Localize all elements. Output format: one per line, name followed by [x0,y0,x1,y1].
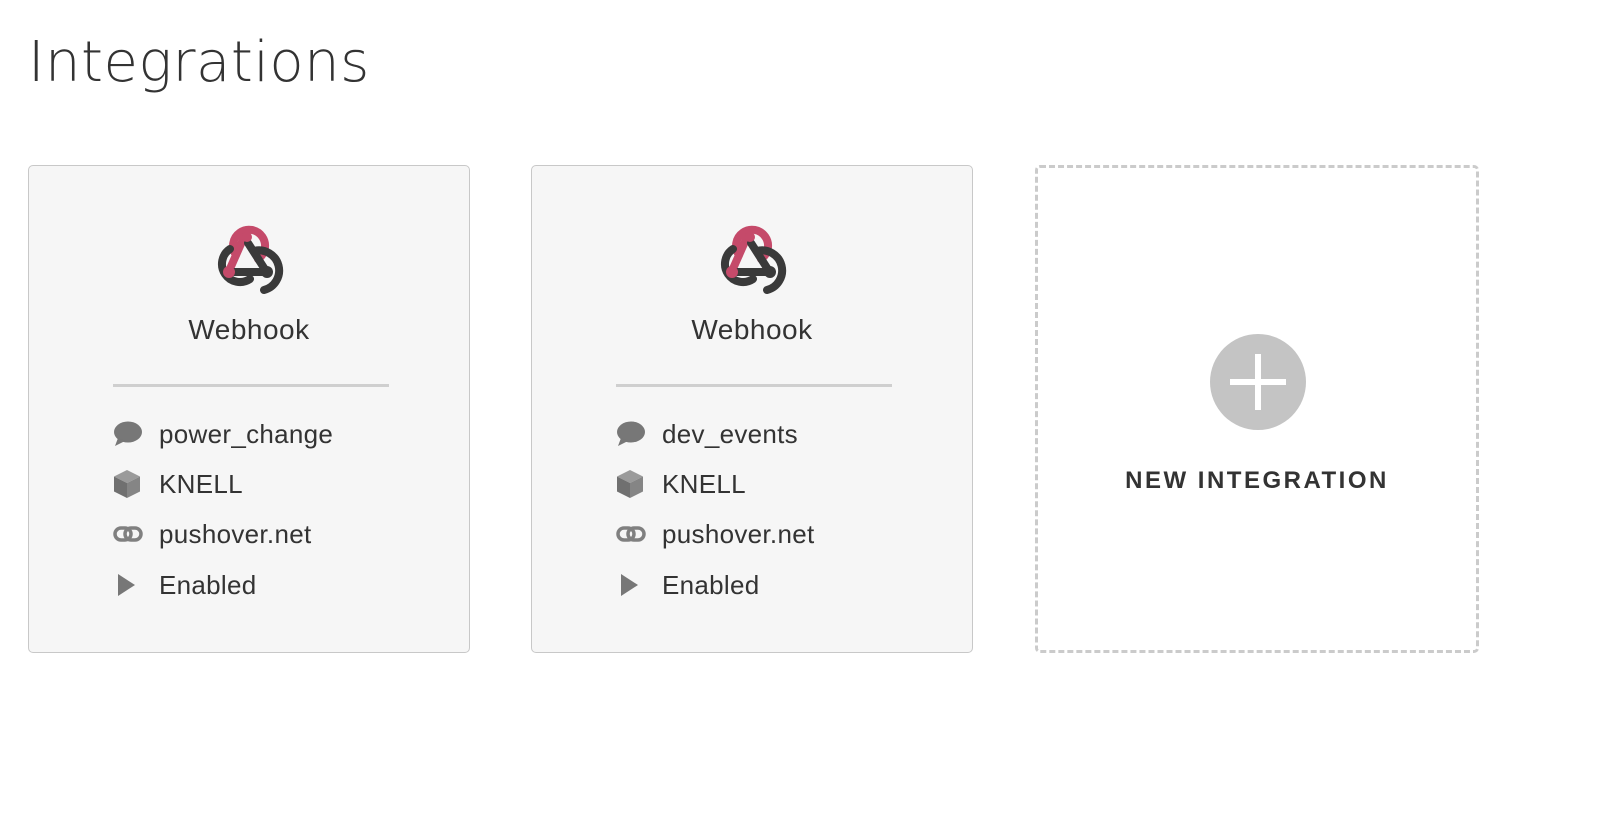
status-text: Enabled [159,569,257,600]
url-text: pushover.net [159,518,312,549]
event-row: dev_events [616,418,798,450]
integration-card[interactable]: Webhook dev_events KNELL pushover.net En… [531,165,973,653]
event-name: dev_events [662,418,798,449]
plus-icon [1210,334,1306,430]
link-icon [616,519,646,549]
integration-type: Webhook [188,314,310,345]
event-name: power_change [159,418,334,449]
webhook-icon [713,223,793,295]
device-name: KNELL [159,468,243,499]
url-row: pushover.net [616,518,815,550]
url-row: pushover.net [113,518,312,550]
speech-bubble-icon [616,419,646,449]
integration-card[interactable]: Webhook power_change KNELL pushover.net … [28,165,470,653]
integration-type: Webhook [691,314,813,345]
cube-icon [616,469,646,499]
device-row: KNELL [616,468,746,500]
link-icon [113,519,143,549]
new-integration-label: NEW INTEGRATION [1125,467,1389,494]
device-name: KNELL [662,468,746,499]
play-icon [113,570,143,600]
speech-bubble-icon [113,419,143,449]
page-title: Integrations [28,30,370,95]
play-icon [616,570,646,600]
card-divider [113,384,389,387]
new-integration-button[interactable]: NEW INTEGRATION [1035,165,1479,653]
event-row: power_change [113,418,333,450]
cube-icon [113,469,143,499]
status-row: Enabled [616,569,760,601]
status-text: Enabled [662,569,760,600]
device-row: KNELL [113,468,243,500]
status-row: Enabled [113,569,257,601]
webhook-icon [210,223,290,295]
url-text: pushover.net [662,518,815,549]
card-divider [616,384,892,387]
